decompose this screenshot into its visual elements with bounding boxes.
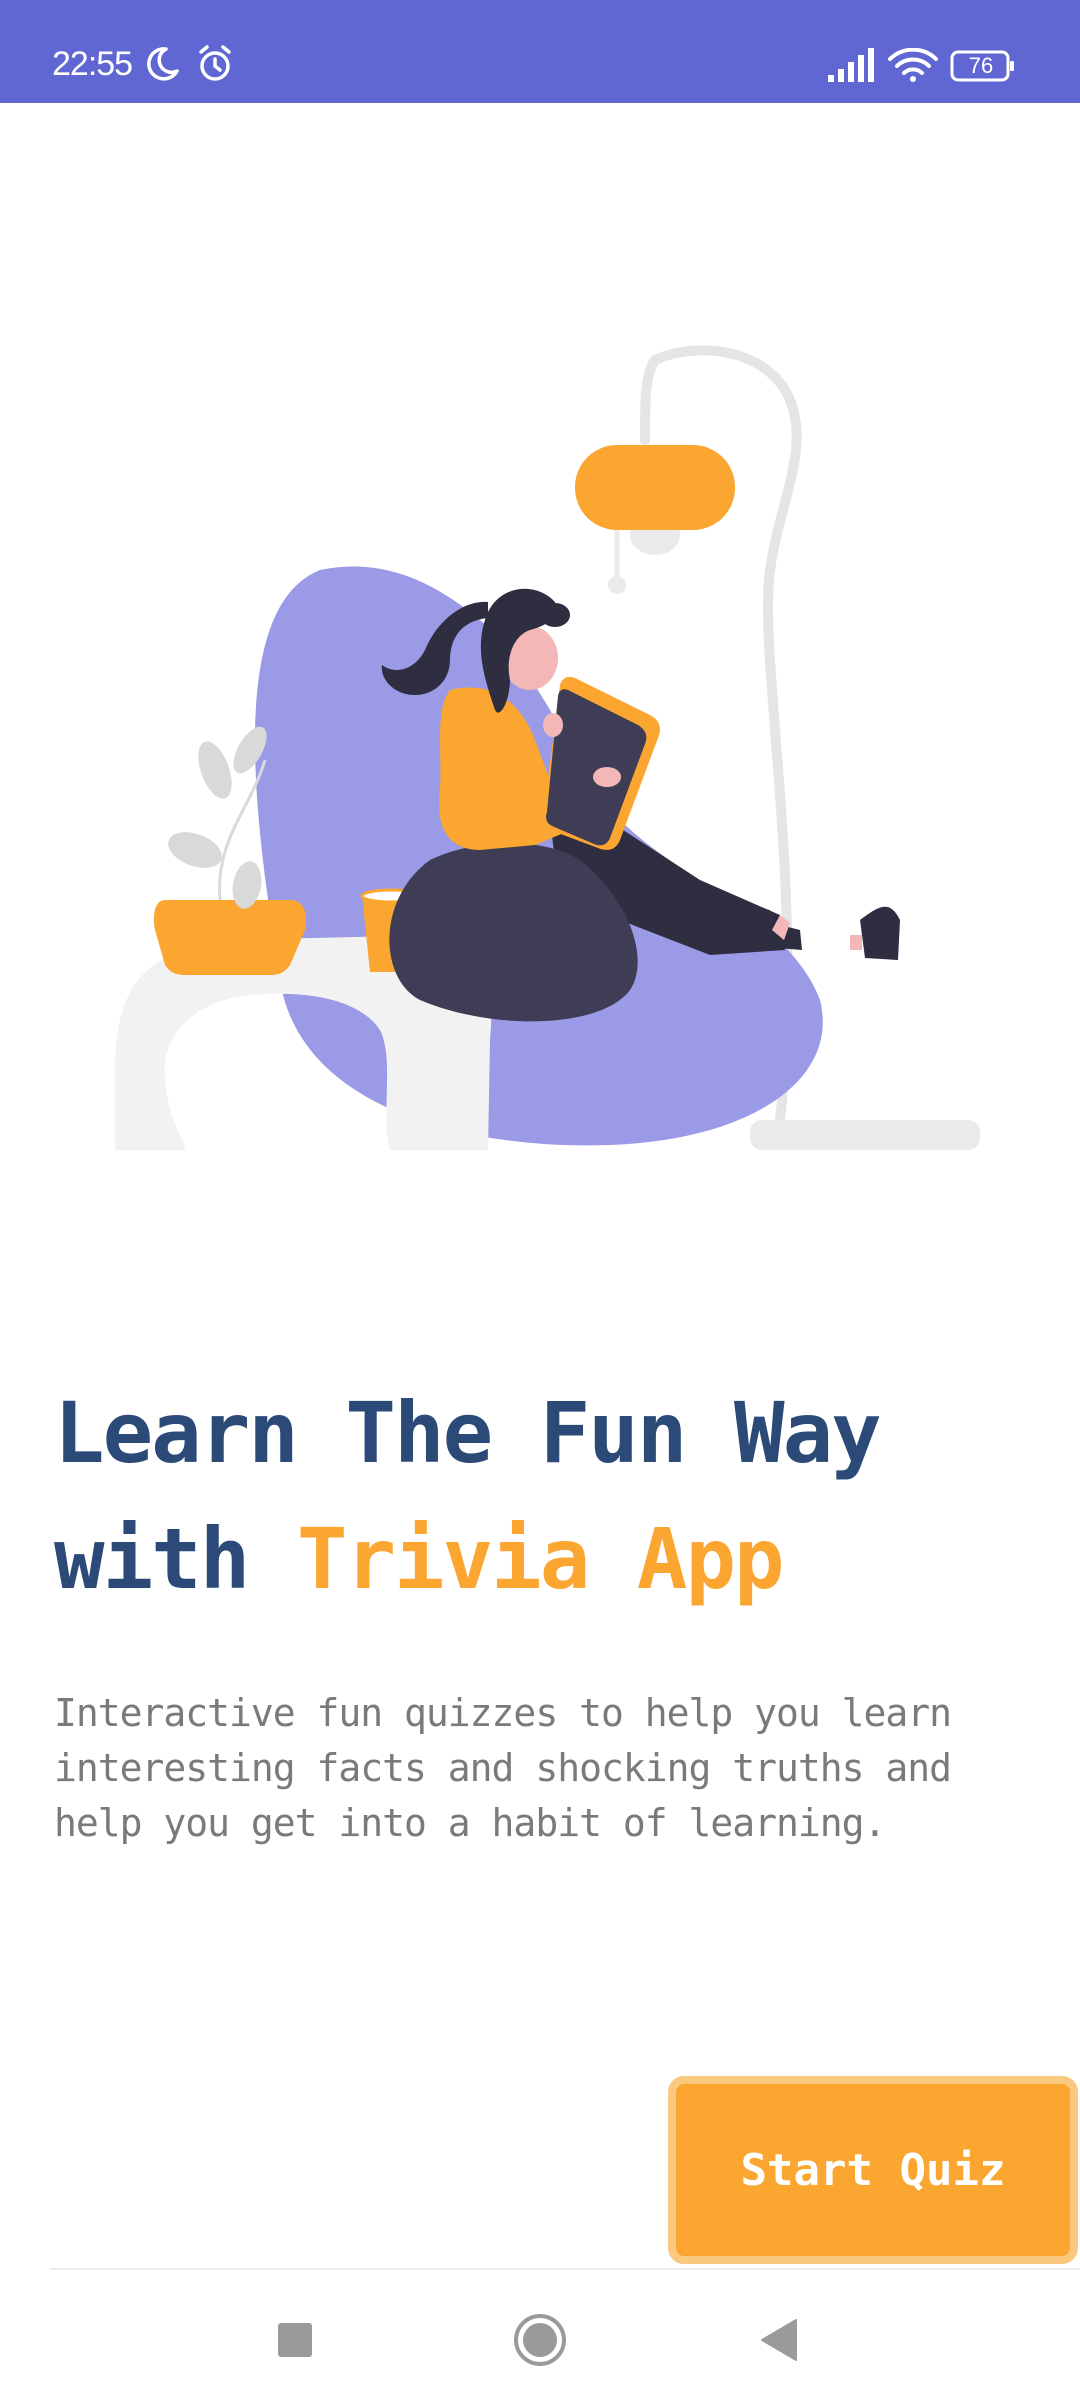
recent-apps-button[interactable]	[265, 2310, 325, 2370]
description: Interactive fun quizzes to help you lear…	[54, 1691, 952, 1845]
start-quiz-button[interactable]: Start Quiz	[668, 2076, 1078, 2264]
status-bar: 22:55 76	[0, 0, 1080, 103]
wifi-icon	[888, 48, 938, 82]
headline: Learn The Fun Way with Trivia App	[54, 1370, 1034, 1622]
battery-level: 76	[968, 53, 994, 78]
moon-icon	[147, 47, 179, 81]
back-button[interactable]	[750, 2310, 810, 2370]
plant-pot	[153, 900, 307, 975]
status-time: 22:55	[52, 45, 133, 83]
headline-app-name: Trivia App	[296, 1510, 785, 1608]
headline-with: with	[54, 1510, 297, 1608]
headline-line2: with Trivia App	[54, 1496, 1034, 1622]
home-button[interactable]	[510, 2310, 570, 2370]
reading-illustration	[115, 345, 980, 1150]
tablet	[542, 676, 660, 850]
signal-icon	[828, 48, 874, 82]
plant	[168, 726, 267, 909]
headline-line1: Learn The Fun Way	[54, 1384, 882, 1482]
alarm-icon	[199, 45, 231, 81]
